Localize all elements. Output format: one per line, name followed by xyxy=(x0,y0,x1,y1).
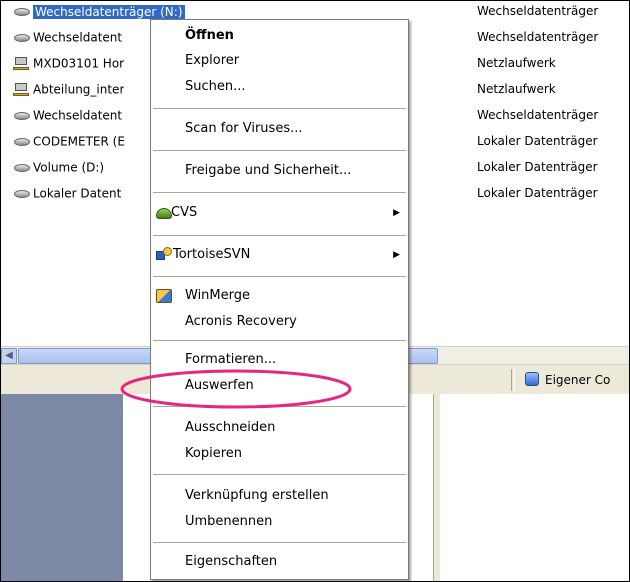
menu-separator xyxy=(153,340,406,341)
drive-type: Lokaler Datenträger xyxy=(477,160,598,174)
drive-type: Wechseldatenträger xyxy=(477,4,599,18)
removable-drive-icon xyxy=(13,4,31,20)
drive-type: Wechseldatenträger xyxy=(477,30,599,44)
menu-item-properties[interactable]: Eigenschaften xyxy=(151,552,408,572)
menu-item-sharing-security[interactable]: Freigabe und Sicherheit... xyxy=(151,161,408,181)
tortoisesvn-icon xyxy=(156,247,173,263)
menu-item-acronis-recovery[interactable]: Acronis Recovery xyxy=(151,312,408,332)
list-item-drive-n[interactable]: Wechseldatenträger (N:) xyxy=(13,1,185,21)
drive-type: Lokaler Datenträger xyxy=(477,134,598,148)
removable-drive-icon xyxy=(13,108,31,124)
menu-item-eject[interactable]: Auswerfen xyxy=(151,376,408,396)
menu-item-winmerge[interactable]: WinMerge xyxy=(151,286,408,306)
menu-item-scan-viruses[interactable]: Scan for Viruses... xyxy=(151,119,408,139)
menu-item-tortoisesvn[interactable]: TortoiseSVN ▶ xyxy=(151,245,408,265)
status-separator xyxy=(511,369,515,391)
submenu-arrow-icon: ▶ xyxy=(393,208,400,218)
network-drive-icon xyxy=(13,56,31,72)
list-item[interactable]: MXD03101 Hor xyxy=(13,53,124,73)
removable-drive-icon xyxy=(13,30,31,46)
pane-divider[interactable] xyxy=(433,394,440,581)
drive-type: Lokaler Datenträger xyxy=(477,186,598,200)
winmerge-icon xyxy=(156,288,173,304)
menu-separator xyxy=(153,108,406,109)
menu-item-open[interactable]: Öffnen xyxy=(151,26,408,46)
menu-item-format[interactable]: Formatieren... xyxy=(151,350,408,370)
menu-item-create-shortcut[interactable]: Verknüpfung erstellen xyxy=(151,486,408,506)
status-location-label: Eigener Co xyxy=(545,373,611,387)
menu-separator xyxy=(153,474,406,475)
menu-separator xyxy=(153,235,406,236)
my-computer-icon xyxy=(525,372,539,386)
context-menu: Öffnen Explorer Suchen... Scan for Virus… xyxy=(150,19,409,580)
menu-item-copy[interactable]: Kopieren xyxy=(151,444,408,464)
menu-item-explorer[interactable]: Explorer xyxy=(151,51,408,71)
drive-type: Netzlaufwerk xyxy=(477,56,556,70)
menu-separator xyxy=(153,150,406,151)
drive-type: Netzlaufwerk xyxy=(477,82,556,96)
menu-item-cvs[interactable]: CVS ▶ xyxy=(151,203,408,223)
list-item[interactable]: Wechseldatent xyxy=(13,105,122,125)
menu-separator xyxy=(153,276,406,277)
menu-separator xyxy=(153,406,406,407)
menu-item-search[interactable]: Suchen... xyxy=(151,77,408,97)
list-item[interactable]: Volume (D:) xyxy=(13,157,104,177)
local-disk-icon xyxy=(13,160,31,176)
list-item[interactable]: Abteilung_inter xyxy=(13,79,124,99)
local-disk-icon xyxy=(13,186,31,202)
network-drive-icon xyxy=(13,82,31,98)
explorer-window: Wechseldatenträger (N:) Wechseldatenträg… xyxy=(0,0,630,582)
menu-item-cut[interactable]: Ausschneiden xyxy=(151,418,408,438)
list-item[interactable]: CODEMETER (E xyxy=(13,131,125,151)
menu-separator xyxy=(153,542,406,543)
list-item[interactable]: Wechseldatent xyxy=(13,27,122,47)
folder-sidebar xyxy=(1,394,123,581)
scroll-left-button[interactable]: ◀ xyxy=(1,348,17,364)
menu-separator xyxy=(153,192,406,193)
drive-type: Wechseldatenträger xyxy=(477,108,599,122)
menu-item-rename[interactable]: Umbenennen xyxy=(151,512,408,532)
local-disk-icon xyxy=(13,134,31,150)
submenu-arrow-icon: ▶ xyxy=(393,250,400,260)
list-item[interactable]: Lokaler Datent xyxy=(13,183,121,203)
